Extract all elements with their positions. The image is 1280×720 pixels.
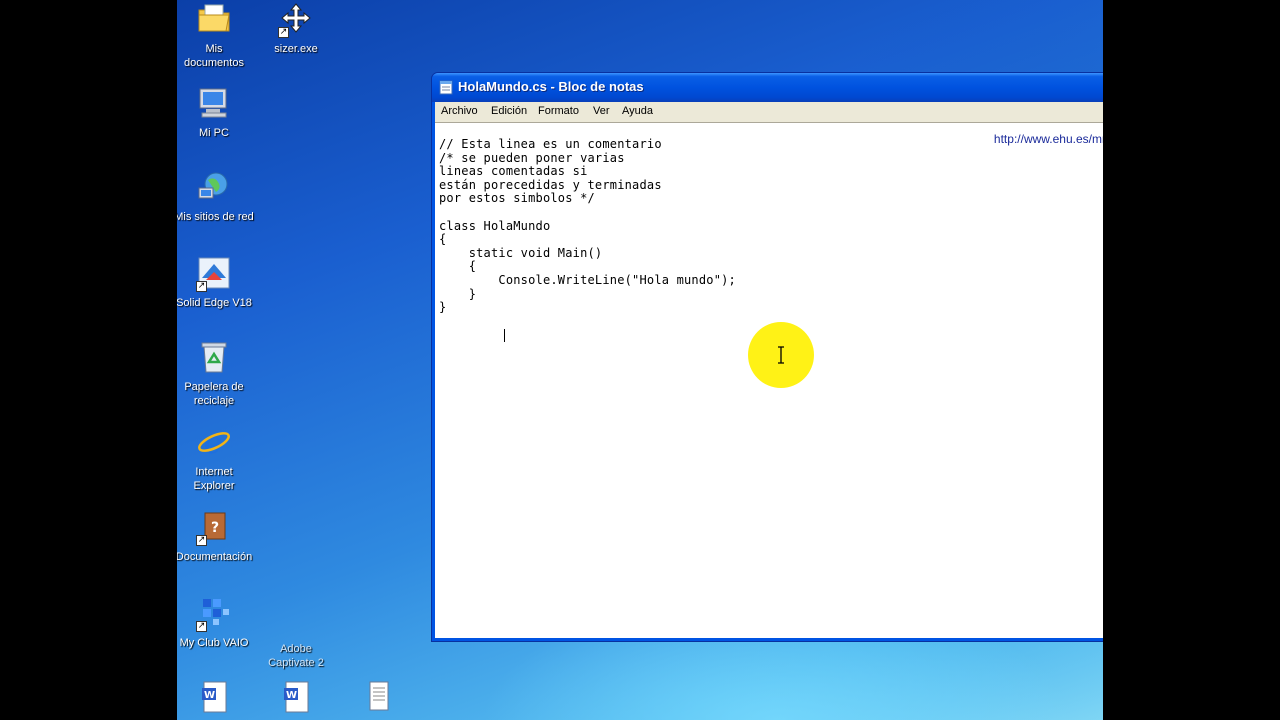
word-document-icon: W (196, 680, 232, 716)
desktop-icon-network-places[interactable]: Mis sitios de red (177, 170, 254, 224)
text-document-icon (360, 680, 396, 716)
documentation-icon: ? ↗ (196, 510, 232, 546)
ibeam-cursor-icon (778, 346, 784, 364)
desktop-icon-label: Papelera de reciclaje (184, 381, 244, 407)
sizer-icon: ↗ (278, 2, 314, 38)
desktop-icon-label: Mis documentos (184, 43, 244, 69)
vaio-club-icon: ↗ (196, 596, 232, 632)
window-title: HolaMundo.cs - Bloc de notas (458, 79, 644, 94)
captivate-icon (278, 602, 314, 638)
notepad-icon (439, 80, 453, 95)
desktop-icon-label: Documentación (177, 551, 253, 563)
desktop-icon-label: Internet Explorer (193, 466, 235, 492)
shortcut-arrow-icon: ↗ (196, 621, 207, 632)
menu-ver[interactable]: Ver (593, 105, 610, 117)
text-caret (504, 329, 505, 342)
recycle-bin-icon (196, 340, 232, 376)
desktop-icon-my-documents[interactable]: Mis documentos (177, 2, 254, 70)
solid-edge-icon: ↗ (196, 256, 232, 292)
menu-edicion[interactable]: Edición (491, 105, 527, 117)
menu-ayuda[interactable]: Ayuda (622, 105, 653, 117)
watermark-url: http://www.ehu.es/mrodriguez (993, 132, 1103, 146)
desktop-icon-vaio-club[interactable]: ↗ My Club VAIO (177, 596, 254, 650)
desktop-icon-label: Mis sitios de red (177, 211, 254, 223)
desktop-icon-label: My Club VAIO (179, 637, 249, 649)
menu-formato[interactable]: Formato (538, 105, 579, 117)
desktop-icon-documentation[interactable]: ? ↗ Documentación (177, 510, 254, 564)
svg-text:?: ? (211, 520, 219, 536)
shortcut-arrow-icon: ↗ (196, 535, 207, 546)
svg-text:e: e (204, 426, 222, 459)
desktop-icon-label: Mi PC (199, 127, 229, 139)
desktop-icon-my-computer[interactable]: Mi PC (177, 86, 254, 140)
desktop-icon-internet-explorer[interactable]: e Internet Explorer (177, 425, 254, 493)
menu-bar: Archivo Edición Formato Ver Ayuda (435, 102, 1103, 122)
network-places-icon (196, 170, 232, 206)
svg-text:W: W (286, 690, 297, 701)
desktop-icon-sizer[interactable]: ↗ sizer.exe (256, 2, 336, 56)
word-document-icon: W (278, 680, 314, 716)
svg-text:W: W (204, 690, 215, 701)
desktop-icon-label: sizer.exe (274, 43, 318, 55)
desktop-icon-label: Adobe Captivate 2 (268, 643, 324, 669)
text-editor-area[interactable]: // Esta linea es un comentario /* se pue… (435, 122, 1103, 638)
my-documents-icon (196, 2, 232, 38)
desktop: Mis documentos ↗ sizer.exe Mi PC Mis sit… (177, 0, 1103, 720)
notepad-window[interactable]: HolaMundo.cs - Bloc de notas Archivo Edi… (431, 72, 1103, 642)
title-bar[interactable]: HolaMundo.cs - Bloc de notas (432, 73, 1103, 102)
internet-explorer-icon: e (196, 425, 232, 461)
my-computer-icon (196, 86, 232, 122)
desktop-icon-text-document[interactable] (338, 680, 418, 720)
desktop-icon-label: Solid Edge V18 (177, 297, 252, 309)
desktop-icon-solid-edge[interactable]: ↗ Solid Edge V18 (177, 256, 254, 310)
desktop-icon-recycle-bin[interactable]: Papelera de reciclaje (177, 340, 254, 408)
code-text[interactable]: // Esta linea es un comentario /* se pue… (439, 137, 736, 315)
shortcut-arrow-icon: ↗ (196, 281, 207, 292)
shortcut-arrow-icon: ↗ (278, 27, 289, 38)
menu-archivo[interactable]: Archivo (441, 105, 478, 117)
desktop-icon-word-document[interactable]: W (177, 680, 254, 720)
desktop-icon-word-document[interactable]: W (256, 680, 336, 720)
desktop-icon-captivate[interactable]: Adobe Captivate 2 (256, 602, 336, 670)
